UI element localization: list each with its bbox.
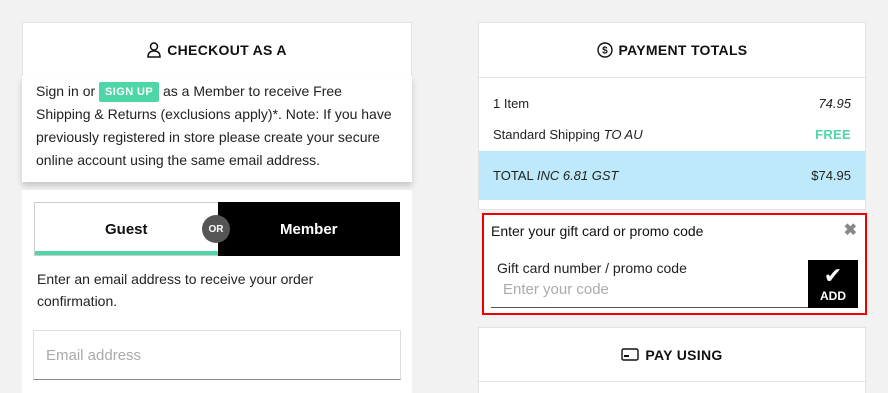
shipping-label-group: Standard Shipping TO AU	[493, 127, 643, 142]
user-icon	[147, 41, 161, 58]
signup-button[interactable]: SIGN UP	[99, 82, 160, 102]
promo-input[interactable]	[503, 278, 799, 300]
checkout-title: CHECKOUT AS A	[23, 23, 411, 76]
items-label: 1 Item	[493, 95, 530, 111]
guest-instructions: Enter an email address to receive your o…	[37, 271, 314, 309]
checkout-type-toggle: Guest Member OR	[34, 202, 400, 256]
promo-field-label: Gift card number / promo code	[497, 260, 687, 276]
shipping-label: Standard Shipping	[493, 126, 600, 142]
total-gst: INC 6.81 GST	[536, 168, 619, 183]
add-promo-button[interactable]: ✔ ADD	[808, 260, 858, 308]
signin-prefix: Sign in or	[36, 83, 96, 99]
add-label: ADD	[820, 289, 846, 303]
total-label-group: TOTAL INC 6.81 GST	[493, 168, 618, 183]
checkmark-icon: ✔	[823, 263, 843, 288]
promo-field: Gift card number / promo code	[491, 260, 809, 308]
close-icon[interactable]: ✖	[844, 220, 857, 240]
member-tab[interactable]: Member	[217, 202, 400, 256]
shipping-row: Standard Shipping TO AU FREE	[479, 124, 865, 144]
shipping-value: FREE	[815, 126, 851, 142]
checkout-title-text: CHECKOUT AS A	[167, 41, 287, 58]
checkout-header: CHECKOUT AS A	[22, 22, 412, 77]
dollar-icon: $	[596, 42, 613, 58]
signin-notice: Sign in or SIGN UP as a Member to receiv…	[22, 76, 412, 182]
items-row: 1 Item 74.95	[479, 78, 865, 124]
promo-title: Enter your gift card or promo code	[491, 223, 704, 239]
total-label: TOTAL	[493, 168, 534, 183]
card-icon	[621, 348, 640, 361]
payment-totals-text: PAYMENT TOTALS	[618, 42, 748, 58]
shipping-destination: TO AU	[603, 126, 643, 142]
total-row: TOTAL INC 6.81 GST $74.95	[479, 151, 865, 200]
total-value: $74.95	[811, 168, 851, 183]
email-field[interactable]	[33, 330, 401, 380]
pay-using-text: PAY USING	[645, 346, 723, 363]
guest-member-panel: Guest Member OR Enter an email address t…	[22, 190, 412, 393]
items-value: 74.95	[818, 95, 851, 111]
pay-using-title: PAY USING	[479, 328, 865, 382]
payment-totals-panel: $ PAYMENT TOTALS 1 Item 74.95 Standard S…	[478, 22, 866, 210]
svg-text:$: $	[602, 46, 608, 57]
guest-tab[interactable]: Guest	[34, 202, 218, 256]
promo-code-box: Enter your gift card or promo code ✖ Gif…	[482, 213, 867, 315]
payment-totals-title: $ PAYMENT TOTALS	[479, 23, 865, 78]
or-badge: OR	[202, 215, 230, 243]
pay-using-panel: PAY USING	[478, 327, 866, 393]
